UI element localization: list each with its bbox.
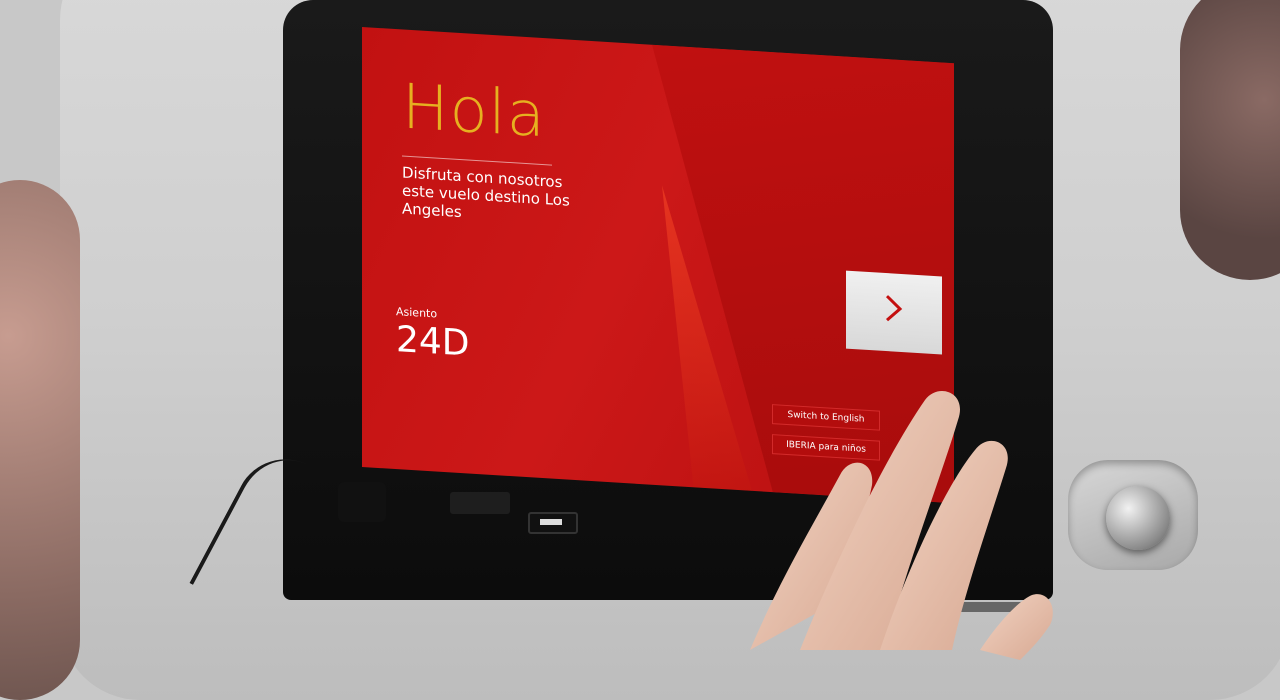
seat-fabric-left [0, 180, 80, 700]
ethernet-port [450, 492, 510, 514]
control-knob[interactable] [1106, 486, 1170, 550]
seat-number: 24D [396, 319, 470, 365]
chevron-right-icon [883, 292, 905, 333]
next-button[interactable] [846, 270, 942, 355]
welcome-message: Disfruta con nosotros este vuelo destino… [402, 163, 570, 222]
seat-label: Asiento [396, 305, 438, 321]
hand-icon [750, 390, 1053, 660]
usb-port[interactable] [528, 512, 578, 534]
greeting-title: Hola [402, 69, 546, 152]
seat-fabric-right [1180, 0, 1280, 280]
